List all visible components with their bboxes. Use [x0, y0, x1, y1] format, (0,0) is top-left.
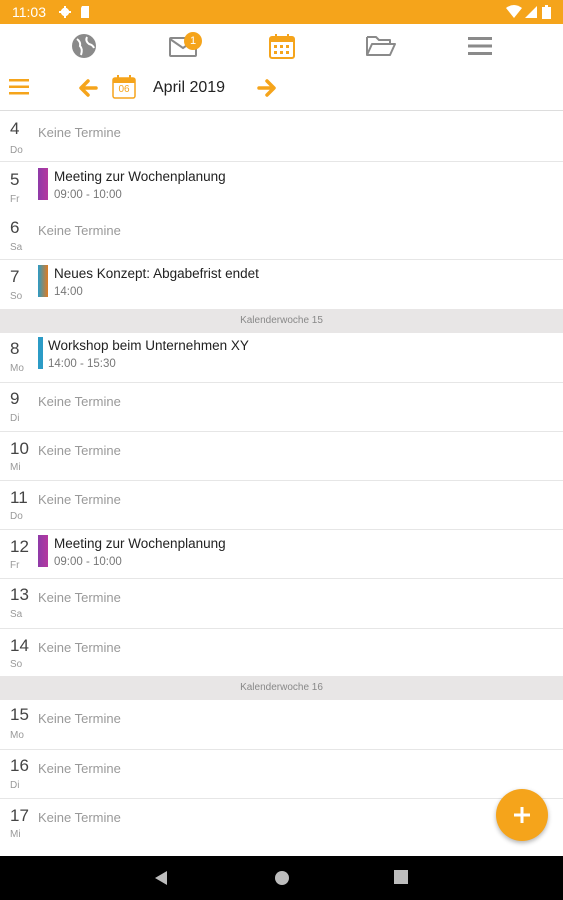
- day-row[interactable]: 7 So Neues Konzept: Abgabefrist endet 14…: [0, 260, 563, 309]
- no-events-label: Keine Termine: [38, 492, 121, 507]
- event-time: 14:00: [54, 286, 83, 298]
- day-number: 17: [10, 806, 29, 825]
- globe-icon: [72, 34, 96, 58]
- day-number: 9: [10, 389, 20, 408]
- day-name: So: [10, 659, 23, 670]
- day-row[interactable]: 11 Do Keine Termine: [0, 481, 563, 530]
- folder-button[interactable]: [364, 30, 398, 62]
- status-time: 11:03: [12, 4, 46, 20]
- status-bar: 11:03: [0, 0, 563, 24]
- battery-icon: [542, 5, 551, 19]
- arrow-right-icon[interactable]: [257, 78, 277, 98]
- day-name: Di: [10, 780, 20, 791]
- folder-open-icon: [366, 36, 396, 56]
- day-row[interactable]: 10 Mi Keine Termine: [0, 432, 563, 481]
- no-events-label: Keine Termine: [38, 640, 121, 655]
- day-name: Sa: [10, 609, 23, 620]
- no-events-label: Keine Termine: [38, 761, 121, 776]
- day-number: 14: [10, 636, 29, 655]
- top-navigation: 1: [0, 24, 563, 68]
- day-row[interactable]: 17 Mi Keine Termine: [0, 799, 563, 856]
- day-number: 5: [10, 170, 20, 189]
- mail-badge: 1: [184, 32, 202, 50]
- plus-icon: [514, 807, 530, 823]
- arrow-left-icon[interactable]: [78, 78, 98, 98]
- day-row[interactable]: 4 Do Keine Termine: [0, 112, 563, 162]
- today-day-label: 06: [118, 84, 130, 95]
- menu-icon: [468, 37, 492, 55]
- day-number: 4: [10, 119, 20, 138]
- day-number: 16: [10, 756, 29, 775]
- day-row[interactable]: 15 Mo Keine Termine: [0, 700, 563, 750]
- month-title: April 2019: [153, 79, 226, 96]
- week-separator: Kalenderwoche 15: [0, 309, 563, 333]
- sd-card-icon: [81, 6, 89, 18]
- day-number: 8: [10, 339, 20, 358]
- day-number: 12: [10, 537, 29, 556]
- no-events-label: Keine Termine: [38, 810, 121, 825]
- signal-icon: [525, 6, 537, 18]
- mail-button[interactable]: 1: [166, 30, 202, 62]
- recents-icon[interactable]: [394, 870, 408, 884]
- day-row[interactable]: 12 Fr Meeting zur Wochenplanung 09:00 - …: [0, 530, 563, 579]
- hamburger-icon[interactable]: [9, 79, 29, 95]
- agenda-list[interactable]: 4 Do Keine Termine 5 Fr Meeting zur Woch…: [0, 112, 563, 856]
- day-row[interactable]: 16 Di Keine Termine: [0, 750, 563, 799]
- calendar-tab-button[interactable]: [265, 30, 299, 62]
- no-events-label: Keine Termine: [38, 125, 121, 140]
- day-number: 7: [10, 267, 20, 286]
- day-name: Mi: [10, 462, 21, 473]
- week-separator: Kalenderwoche 16: [0, 676, 563, 700]
- back-icon[interactable]: [154, 870, 168, 886]
- day-name: Mo: [10, 363, 24, 374]
- wifi-icon: [506, 5, 522, 18]
- event-time: 09:00 - 10:00: [54, 556, 122, 568]
- month-bar: 06 April 2019: [0, 68, 563, 111]
- day-name: Mo: [10, 730, 24, 741]
- event-title[interactable]: Meeting zur Wochenplanung: [54, 536, 226, 551]
- calendar-icon: [269, 34, 295, 59]
- day-number: 6: [10, 218, 20, 237]
- day-name: Do: [10, 511, 23, 522]
- event-title[interactable]: Neues Konzept: Abgabefrist endet: [54, 266, 259, 281]
- menu-button[interactable]: [463, 30, 497, 62]
- no-events-label: Keine Termine: [38, 223, 121, 238]
- event-color-bar: [38, 535, 48, 567]
- no-events-label: Keine Termine: [38, 394, 121, 409]
- system-navigation-bar: [0, 856, 563, 900]
- day-name: So: [10, 291, 23, 302]
- day-name: Fr: [10, 194, 20, 205]
- day-row[interactable]: 14 So Keine Termine: [0, 629, 563, 676]
- no-events-label: Keine Termine: [38, 590, 121, 605]
- day-number: 15: [10, 705, 29, 724]
- event-color-bar: [38, 168, 48, 200]
- day-row[interactable]: 9 Di Keine Termine: [0, 383, 563, 432]
- event-color-bar: [38, 337, 43, 369]
- today-button[interactable]: 06: [112, 75, 136, 99]
- day-number: 13: [10, 585, 29, 604]
- day-name: Fr: [10, 560, 20, 571]
- day-name: Di: [10, 413, 20, 424]
- event-time: 14:00 - 15:30: [48, 358, 116, 370]
- day-name: Sa: [10, 242, 23, 253]
- add-event-button[interactable]: [496, 789, 548, 841]
- no-events-label: Keine Termine: [38, 711, 121, 726]
- no-events-label: Keine Termine: [38, 443, 121, 458]
- event-time: 09:00 - 10:00: [54, 189, 122, 201]
- day-row[interactable]: 8 Mo Workshop beim Unternehmen XY 14:00 …: [0, 333, 563, 383]
- event-title[interactable]: Workshop beim Unternehmen XY: [48, 338, 249, 353]
- day-name: Do: [10, 145, 23, 156]
- home-icon[interactable]: [274, 870, 290, 886]
- day-name: Mi: [10, 829, 21, 840]
- day-number: 10: [10, 439, 29, 458]
- day-row[interactable]: 5 Fr Meeting zur Wochenplanung 09:00 - 1…: [0, 162, 563, 211]
- day-row[interactable]: 13 Sa Keine Termine: [0, 579, 563, 629]
- day-row[interactable]: 6 Sa Keine Termine: [0, 211, 563, 260]
- event-color-bar: [38, 265, 48, 297]
- event-title[interactable]: Meeting zur Wochenplanung: [54, 169, 226, 184]
- settings-icon: [59, 6, 71, 18]
- day-number: 11: [10, 488, 28, 507]
- globe-button[interactable]: [67, 30, 101, 62]
